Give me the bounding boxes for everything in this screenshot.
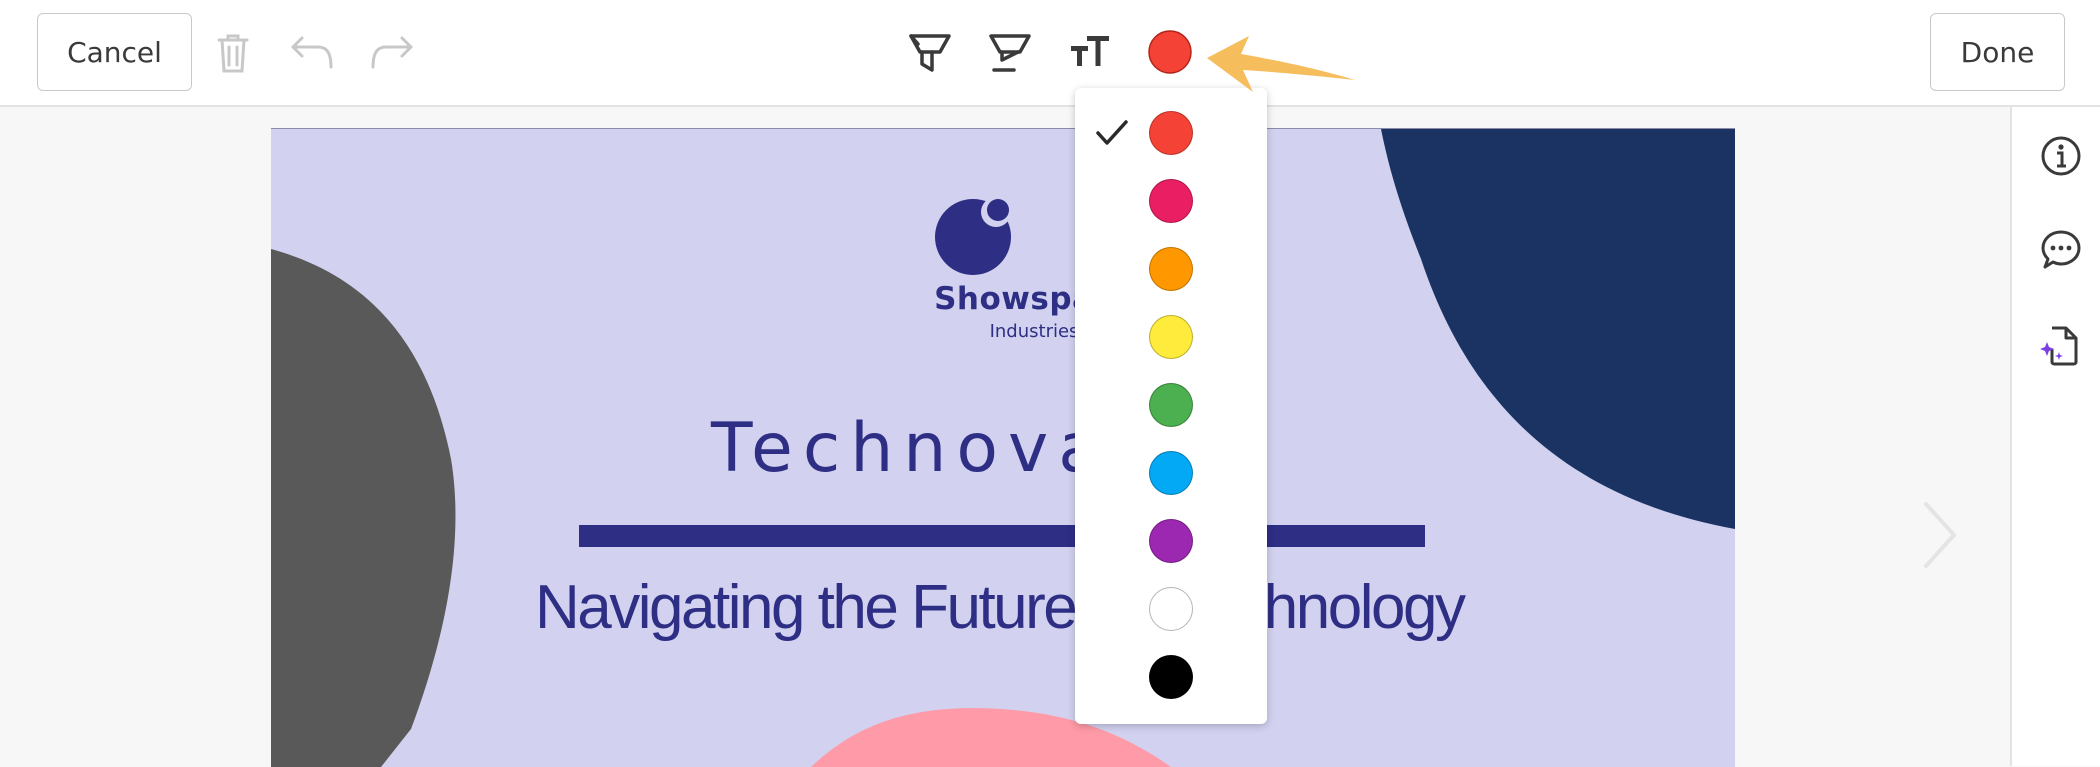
right-sidebar — [2010, 107, 2100, 766]
ai-document-icon[interactable] — [2040, 325, 2082, 372]
color-swatch-black[interactable] — [1149, 655, 1193, 699]
slide-page: Showspace Industries Technovat Navigatin… — [271, 128, 1735, 767]
annotation-arrow — [1205, 30, 1365, 105]
color-swatch-orange[interactable] — [1149, 247, 1193, 291]
color-option[interactable] — [1075, 167, 1267, 235]
trash-icon[interactable] — [216, 32, 250, 74]
highlighter-icon[interactable] — [908, 30, 952, 74]
text-size-icon[interactable] — [1070, 34, 1110, 68]
title-underline-bar — [579, 525, 1425, 547]
color-option[interactable] — [1075, 303, 1267, 371]
done-button[interactable]: Done — [1930, 13, 2065, 91]
color-swatch-yellow[interactable] — [1149, 315, 1193, 359]
color-swatch-pink[interactable] — [1149, 179, 1193, 223]
redo-icon[interactable] — [370, 34, 414, 70]
checkmark-icon — [1096, 120, 1128, 145]
color-swatch-green[interactable] — [1149, 383, 1193, 427]
color-option[interactable] — [1075, 643, 1267, 711]
undo-icon[interactable] — [290, 34, 334, 70]
logo-subtitle: Industries — [989, 321, 1079, 342]
color-swatch-red[interactable] — [1149, 111, 1193, 155]
underline-highlighter-icon[interactable] — [988, 30, 1032, 74]
color-option[interactable] — [1075, 439, 1267, 507]
color-option[interactable] — [1075, 235, 1267, 303]
color-option[interactable] — [1075, 99, 1267, 167]
color-option[interactable] — [1075, 371, 1267, 439]
logo-name: Showspace — [934, 281, 1134, 317]
top-toolbar: Cancel Done — [0, 0, 2100, 107]
comment-icon[interactable] — [2040, 229, 2082, 276]
color-dropdown-menu — [1075, 88, 1267, 724]
subtitle-part-2: chnology — [1235, 573, 1466, 642]
color-option[interactable] — [1075, 507, 1267, 575]
color-picker-button[interactable] — [1147, 29, 1193, 75]
subtitle-part-1: Navigating the Future — [535, 573, 1078, 642]
color-swatch-blue[interactable] — [1149, 451, 1193, 495]
color-option[interactable] — [1075, 575, 1267, 643]
color-swatch-purple[interactable] — [1149, 519, 1193, 563]
slide-subtitle: Navigating the Future chnology — [535, 572, 1466, 643]
cancel-button[interactable]: Cancel — [37, 13, 192, 91]
color-swatch-white[interactable] — [1149, 587, 1193, 631]
info-icon[interactable] — [2040, 135, 2082, 182]
next-page-chevron-icon[interactable] — [1920, 500, 1960, 575]
